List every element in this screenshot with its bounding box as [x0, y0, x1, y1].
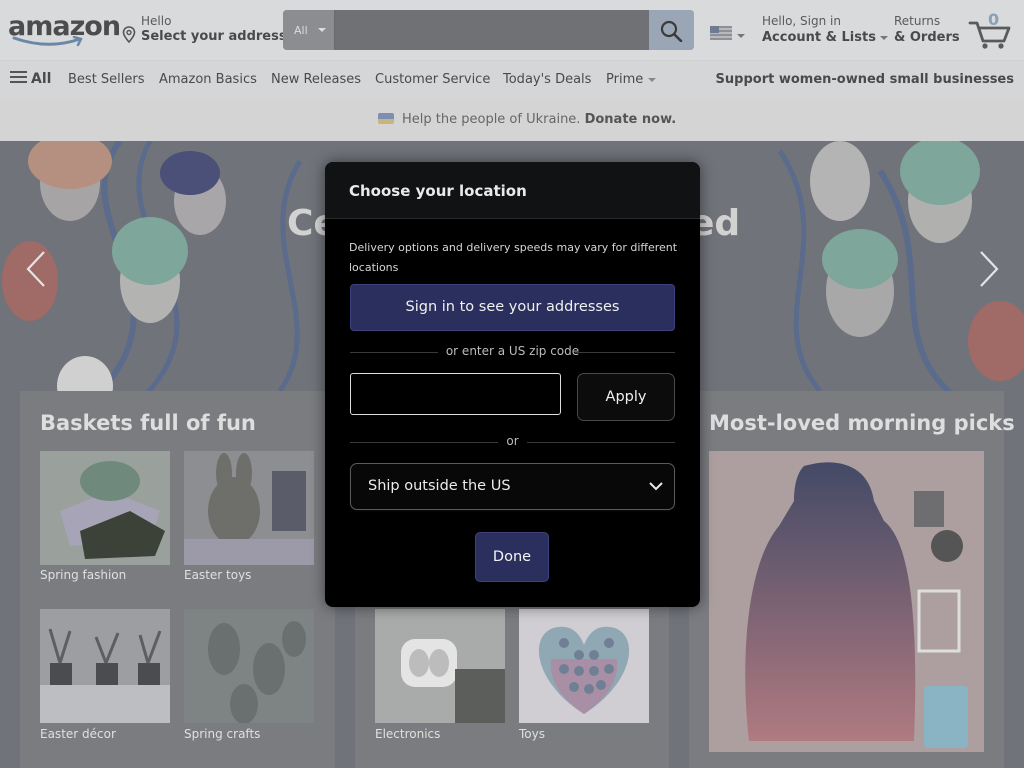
spring-fashion-image	[40, 451, 170, 565]
all-menu-button[interactable]: All	[10, 71, 51, 87]
modal-title: Choose your location	[349, 182, 527, 200]
search-category-dropdown[interactable]: All	[283, 10, 335, 50]
nav-main: All Best Sellers Amazon Basics New Relea…	[0, 60, 1024, 99]
nav-link-best-sellers[interactable]: Best Sellers	[68, 72, 145, 87]
account-lists-label: Account & Lists	[762, 30, 876, 45]
amazon-logo[interactable]: amazon	[8, 12, 121, 52]
search-bar: All	[283, 10, 694, 50]
ukraine-banner-content: Help the people of Ukraine. Donate now.	[378, 112, 676, 127]
modal-description: Delivery options and delivery speeds may…	[349, 241, 678, 274]
tile-easter-toys[interactable]	[184, 451, 314, 565]
modal-header: Choose your location	[325, 162, 700, 219]
card-title: Most-loved morning picks	[709, 411, 1015, 435]
search-icon	[660, 20, 683, 42]
toys-image	[519, 609, 649, 723]
search-button[interactable]	[649, 10, 694, 50]
returns-label: Returns	[894, 14, 941, 28]
done-button[interactable]: Done	[475, 532, 549, 582]
card-title: Baskets full of fun	[40, 411, 256, 435]
tile-label: Easter décor	[40, 727, 116, 741]
cart-button[interactable]: 0	[968, 10, 1014, 50]
nav-promo-link[interactable]: Support women-owned small businesses	[716, 72, 1014, 87]
or-divider: or	[350, 434, 675, 450]
hamburger-icon	[10, 71, 27, 84]
donate-now-link[interactable]: Donate now.	[585, 112, 677, 127]
caret-down-icon	[737, 34, 745, 38]
nav-link-todays-deals[interactable]: Today's Deals	[503, 72, 591, 87]
us-flag-icon[interactable]	[710, 26, 732, 40]
zip-code-input[interactable]	[350, 373, 561, 415]
carousel-next-arrow-icon[interactable]	[973, 249, 1003, 289]
smile-icon	[12, 36, 83, 47]
tile-electronics[interactable]	[375, 609, 505, 723]
spring-crafts-image	[184, 609, 314, 724]
tile-morning-picks[interactable]	[709, 451, 984, 752]
ukraine-banner-text: Help the people of Ukraine.	[402, 112, 581, 127]
search-input[interactable]	[335, 10, 649, 50]
or-divider-text: or	[506, 434, 519, 448]
tile-label: Toys	[519, 727, 545, 741]
account-and-lists[interactable]: Hello, Sign in Account & Lists	[762, 14, 888, 45]
cart-icon	[968, 21, 1011, 49]
tile-label: Easter toys	[184, 568, 252, 582]
location-pin-icon	[122, 26, 136, 43]
account-greeting: Hello, Sign in	[762, 14, 841, 28]
all-menu-label: All	[31, 71, 52, 87]
card-most-loved-morning-picks: Most-loved morning picks	[689, 391, 1015, 768]
deliver-address-label: Select your address	[141, 29, 287, 44]
tile-label: Spring fashion	[40, 568, 127, 582]
ukraine-banner: Help the people of Ukraine. Donate now.	[0, 99, 1024, 141]
tile-toys[interactable]	[519, 609, 649, 723]
tile-label: Electronics	[375, 727, 441, 741]
morning-picks-image	[709, 451, 984, 752]
electronics-image	[375, 609, 505, 723]
nav-belt: amazon Hello Select your address All Hel…	[0, 0, 1024, 60]
tile-label: Spring crafts	[184, 727, 261, 741]
easter-decor-image	[40, 609, 170, 723]
search-category-label: All	[294, 24, 308, 37]
nav-link-customer-service[interactable]: Customer Service	[375, 72, 490, 87]
tile-easter-decor[interactable]	[40, 609, 170, 723]
carousel-prev-arrow-icon[interactable]	[22, 249, 52, 289]
ship-outside-us-select[interactable]: Ship outside the US	[350, 463, 675, 510]
nav-link-prime-label: Prime	[606, 72, 644, 87]
easter-toys-image	[184, 451, 314, 565]
tile-spring-fashion[interactable]	[40, 451, 170, 565]
caret-down-icon	[879, 35, 888, 40]
apply-zip-button[interactable]: Apply	[577, 373, 675, 421]
nav-link-new-releases[interactable]: New Releases	[271, 72, 361, 87]
sign-in-addresses-button[interactable]: Sign in to see your addresses	[350, 284, 675, 331]
account-lists-row: Account & Lists	[762, 30, 888, 45]
ukraine-flag-icon	[378, 113, 394, 124]
card-baskets-full-of-fun: Baskets full of fun Spring fashion Easte…	[20, 391, 335, 768]
caret-down-icon	[648, 77, 657, 82]
ship-select-value: Ship outside the US	[368, 478, 511, 494]
nav-link-amazon-basics[interactable]: Amazon Basics	[159, 72, 257, 87]
tile-spring-crafts[interactable]	[184, 609, 314, 724]
zip-divider: or enter a US zip code	[350, 344, 675, 360]
orders-label: & Orders	[894, 30, 960, 45]
deliver-greeting: Hello	[141, 14, 172, 28]
chevron-down-icon	[649, 482, 663, 491]
returns-and-orders[interactable]: Returns & Orders	[894, 14, 960, 45]
caret-down-icon	[318, 28, 326, 32]
nav-link-prime[interactable]: Prime	[606, 72, 657, 87]
zip-divider-text: or enter a US zip code	[445, 344, 580, 358]
choose-location-modal: Choose your location Delivery options an…	[325, 162, 700, 607]
